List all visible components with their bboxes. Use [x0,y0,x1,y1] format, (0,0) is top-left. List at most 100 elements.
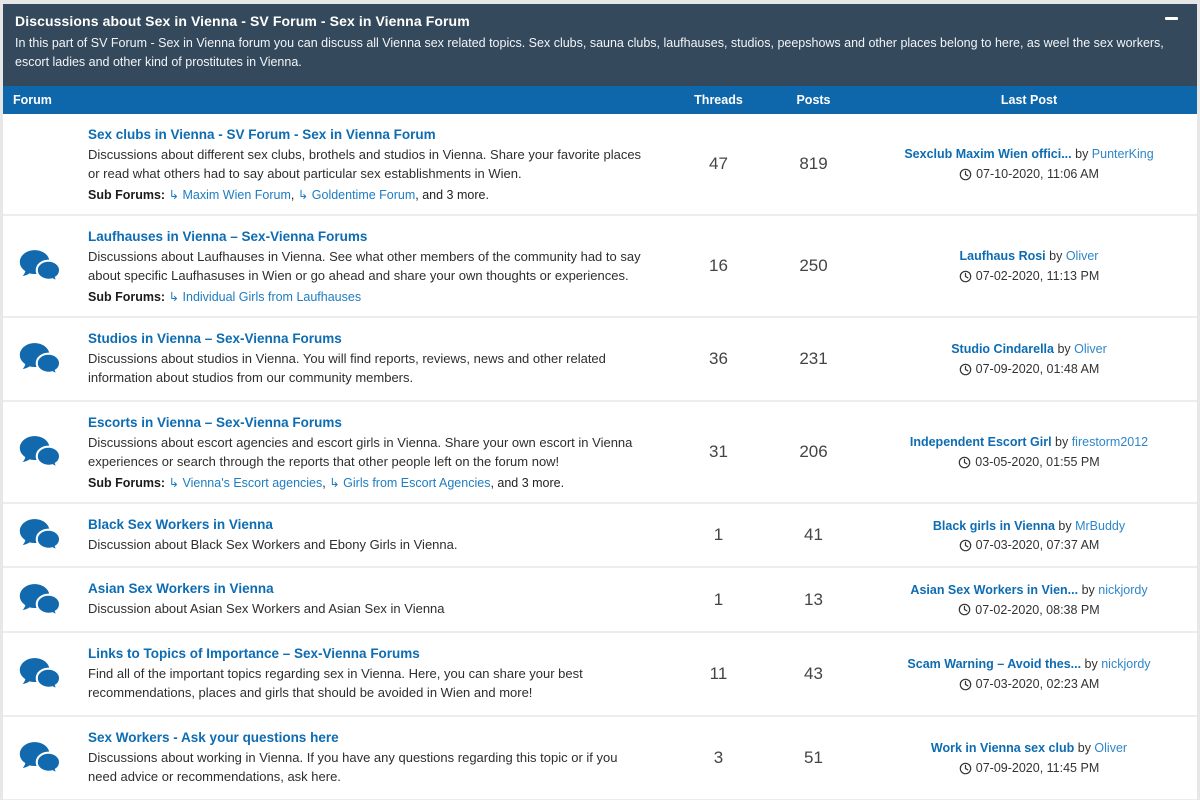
subforum-arrow-icon: ↳ [169,476,183,490]
last-post-date-line: 07-09-2020, 01:48 AM [867,362,1191,376]
last-post-by: by [1054,342,1074,356]
last-post-title-link[interactable]: Studio Cindarella [951,342,1054,356]
subforum-arrow-icon: ↳ [329,476,343,490]
last-post-by: by [1055,519,1075,533]
last-post-author-link[interactable]: nickjordy [1101,657,1150,671]
forum-description: Discussions about studios in Vienna. You… [88,349,646,388]
forum-title-link[interactable]: Escorts in Vienna – Sex-Vienna Forums [88,415,342,430]
subforum-link[interactable]: Maxim Wien Forum [183,188,291,202]
last-post-author-link[interactable]: firestorm2012 [1072,435,1148,449]
forum-description: Discussions about different sex clubs, b… [88,145,646,184]
category-title: Discussions about Sex in Vienna - SV For… [15,13,1183,29]
last-post-line: Independent Escort Girl by firestorm2012 [867,434,1191,451]
last-post-author-link[interactable]: Oliver [1066,249,1099,263]
forum-info-cell: Links to Topics of Importance – Sex-Vien… [78,633,671,715]
last-post-title-link[interactable]: Asian Sex Workers in Vien... [910,583,1078,597]
forum-row: Sex Workers - Ask your questions here Di… [3,717,1197,800]
last-post-author-link[interactable]: Oliver [1094,741,1127,755]
forum-title-link[interactable]: Studios in Vienna – Sex-Vienna Forums [88,331,342,346]
posts-count: 41 [766,525,861,545]
last-post-line: Studio Cindarella by Oliver [867,341,1191,358]
comments-icon [19,656,63,692]
last-post-date-line: 07-03-2020, 02:23 AM [867,677,1191,691]
last-post-cell: Scam Warning – Avoid thes... by nickjord… [861,652,1197,695]
forum-info-cell: Sex clubs in Vienna - SV Forum - Sex in … [78,114,671,214]
last-post-author-link[interactable]: MrBuddy [1075,519,1125,533]
subforum-link[interactable]: Girls from Escort Agencies [343,476,490,490]
sub-forums: Sub Forums: ↳ Individual Girls from Lauf… [88,289,646,304]
last-post-title-link[interactable]: Independent Escort Girl [910,435,1052,449]
forum-description: Discussions about escort agencies and es… [88,433,646,472]
last-post-author-link[interactable]: PunterKing [1092,147,1154,161]
column-threads: Threads [671,93,766,107]
posts-count: 13 [766,590,861,610]
collapse-icon[interactable] [1165,14,1179,24]
category-header: Discussions about Sex in Vienna - SV For… [3,4,1197,86]
clock-icon [958,456,971,469]
comments-icon [19,740,63,776]
forum-icon-cell [3,517,78,553]
last-post-date: 07-09-2020, 01:48 AM [976,362,1100,376]
last-post-cell: Black girls in Vienna by MrBuddy 07-03-2… [861,514,1197,557]
last-post-title-link[interactable]: Sexclub Maxim Wien offici... [904,147,1071,161]
last-post-title-link[interactable]: Work in Vienna sex club [931,741,1074,755]
last-post-line: Asian Sex Workers in Vien... by nickjord… [867,582,1191,599]
sub-forums-label: Sub Forums: [88,476,169,490]
last-post-author-link[interactable]: Oliver [1074,342,1107,356]
clock-icon [959,168,972,181]
posts-count: 206 [766,442,861,462]
forum-title-link[interactable]: Laufhauses in Vienna – Sex-Vienna Forums [88,229,367,244]
last-post-cell: Work in Vienna sex club by Oliver 07-09-… [861,736,1197,779]
forum-info-cell: Sex Workers - Ask your questions here Di… [78,717,671,799]
last-post-date-line: 07-02-2020, 11:13 PM [867,269,1191,283]
last-post-date-line: 03-05-2020, 01:55 PM [867,455,1191,469]
subforum-link[interactable]: Goldentime Forum [312,188,416,202]
last-post-title-link[interactable]: Black girls in Vienna [933,519,1055,533]
forum-row: Laufhauses in Vienna – Sex-Vienna Forums… [3,216,1197,318]
subforum-link[interactable]: Individual Girls from Laufhauses [183,290,362,304]
forum-title-link[interactable]: Sex clubs in Vienna - SV Forum - Sex in … [88,127,436,142]
subforum-arrow-icon: ↳ [169,188,183,202]
forum-info-cell: Studios in Vienna – Sex-Vienna Forums Di… [78,318,671,400]
forum-description: Discussion about Black Sex Workers and E… [88,535,646,555]
last-post-title-link[interactable]: Laufhaus Rosi [960,249,1046,263]
forum-row: Escorts in Vienna – Sex-Vienna Forums Di… [3,402,1197,504]
last-post-author-link[interactable]: nickjordy [1098,583,1147,597]
last-post-cell: Independent Escort Girl by firestorm2012… [861,430,1197,473]
forum-row: Links to Topics of Importance – Sex-Vien… [3,633,1197,717]
threads-count: 31 [671,442,766,462]
forum-title-link[interactable]: Links to Topics of Importance – Sex-Vien… [88,646,420,661]
last-post-line: Work in Vienna sex club by Oliver [867,740,1191,757]
clock-icon [959,762,972,775]
last-post-by: by [1074,741,1094,755]
category-description: In this part of SV Forum - Sex in Vienna… [15,34,1180,73]
forum-icon-cell [3,582,78,618]
sub-forums-label: Sub Forums: [88,188,169,202]
comments-icon [19,434,63,470]
clock-icon [959,539,972,552]
comments-icon [19,582,63,618]
threads-count: 47 [671,154,766,174]
column-posts: Posts [766,93,861,107]
last-post-title-link[interactable]: Scam Warning – Avoid thes... [907,657,1081,671]
forum-icon-cell [3,656,78,692]
threads-count: 1 [671,590,766,610]
subforum-link[interactable]: Vienna's Escort agencies [183,476,323,490]
last-post-line: Scam Warning – Avoid thes... by nickjord… [867,656,1191,673]
column-header-bar: Forum Threads Posts Last Post [3,86,1197,114]
forum-row: Asian Sex Workers in Vienna Discussion a… [3,568,1197,633]
forum-title-link[interactable]: Sex Workers - Ask your questions here [88,730,339,745]
forum-title-link[interactable]: Black Sex Workers in Vienna [88,517,273,532]
last-post-line: Black girls in Vienna by MrBuddy [867,518,1191,535]
threads-count: 1 [671,525,766,545]
forum-title-link[interactable]: Asian Sex Workers in Vienna [88,581,274,596]
clock-icon [959,270,972,283]
forum-row: Sex clubs in Vienna - SV Forum - Sex in … [3,114,1197,216]
subforum-arrow-icon: ↳ [298,188,312,202]
sub-forums-label: Sub Forums: [88,290,169,304]
last-post-date: 07-03-2020, 02:23 AM [976,677,1100,691]
clock-icon [958,603,971,616]
last-post-cell: Asian Sex Workers in Vien... by nickjord… [861,578,1197,621]
last-post-cell: Studio Cindarella by Oliver 07-09-2020, … [861,337,1197,380]
forum-info-cell: Asian Sex Workers in Vienna Discussion a… [78,568,671,631]
